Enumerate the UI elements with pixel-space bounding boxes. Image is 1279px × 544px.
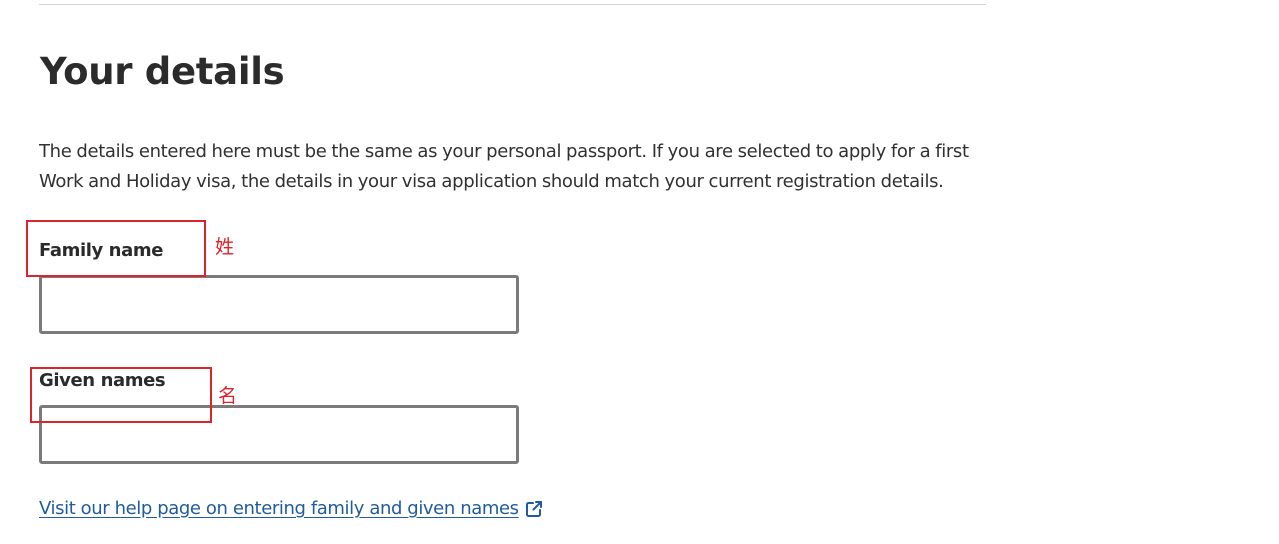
family-name-annotation-box: [26, 220, 206, 277]
external-link-icon[interactable]: [525, 500, 543, 518]
family-name-annotation: 姓: [215, 236, 235, 258]
given-names-annotation: 名: [218, 385, 238, 407]
help-link-container: Visit our help page on entering family a…: [39, 496, 543, 522]
help-page-link[interactable]: Visit our help page on entering family a…: [39, 496, 519, 522]
given-names-annotation-box: [30, 367, 212, 423]
page-title: Your details: [40, 50, 285, 93]
intro-text: The details entered here must be the sam…: [39, 141, 969, 192]
family-name-input[interactable]: [39, 275, 519, 334]
top-divider: [39, 4, 986, 5]
